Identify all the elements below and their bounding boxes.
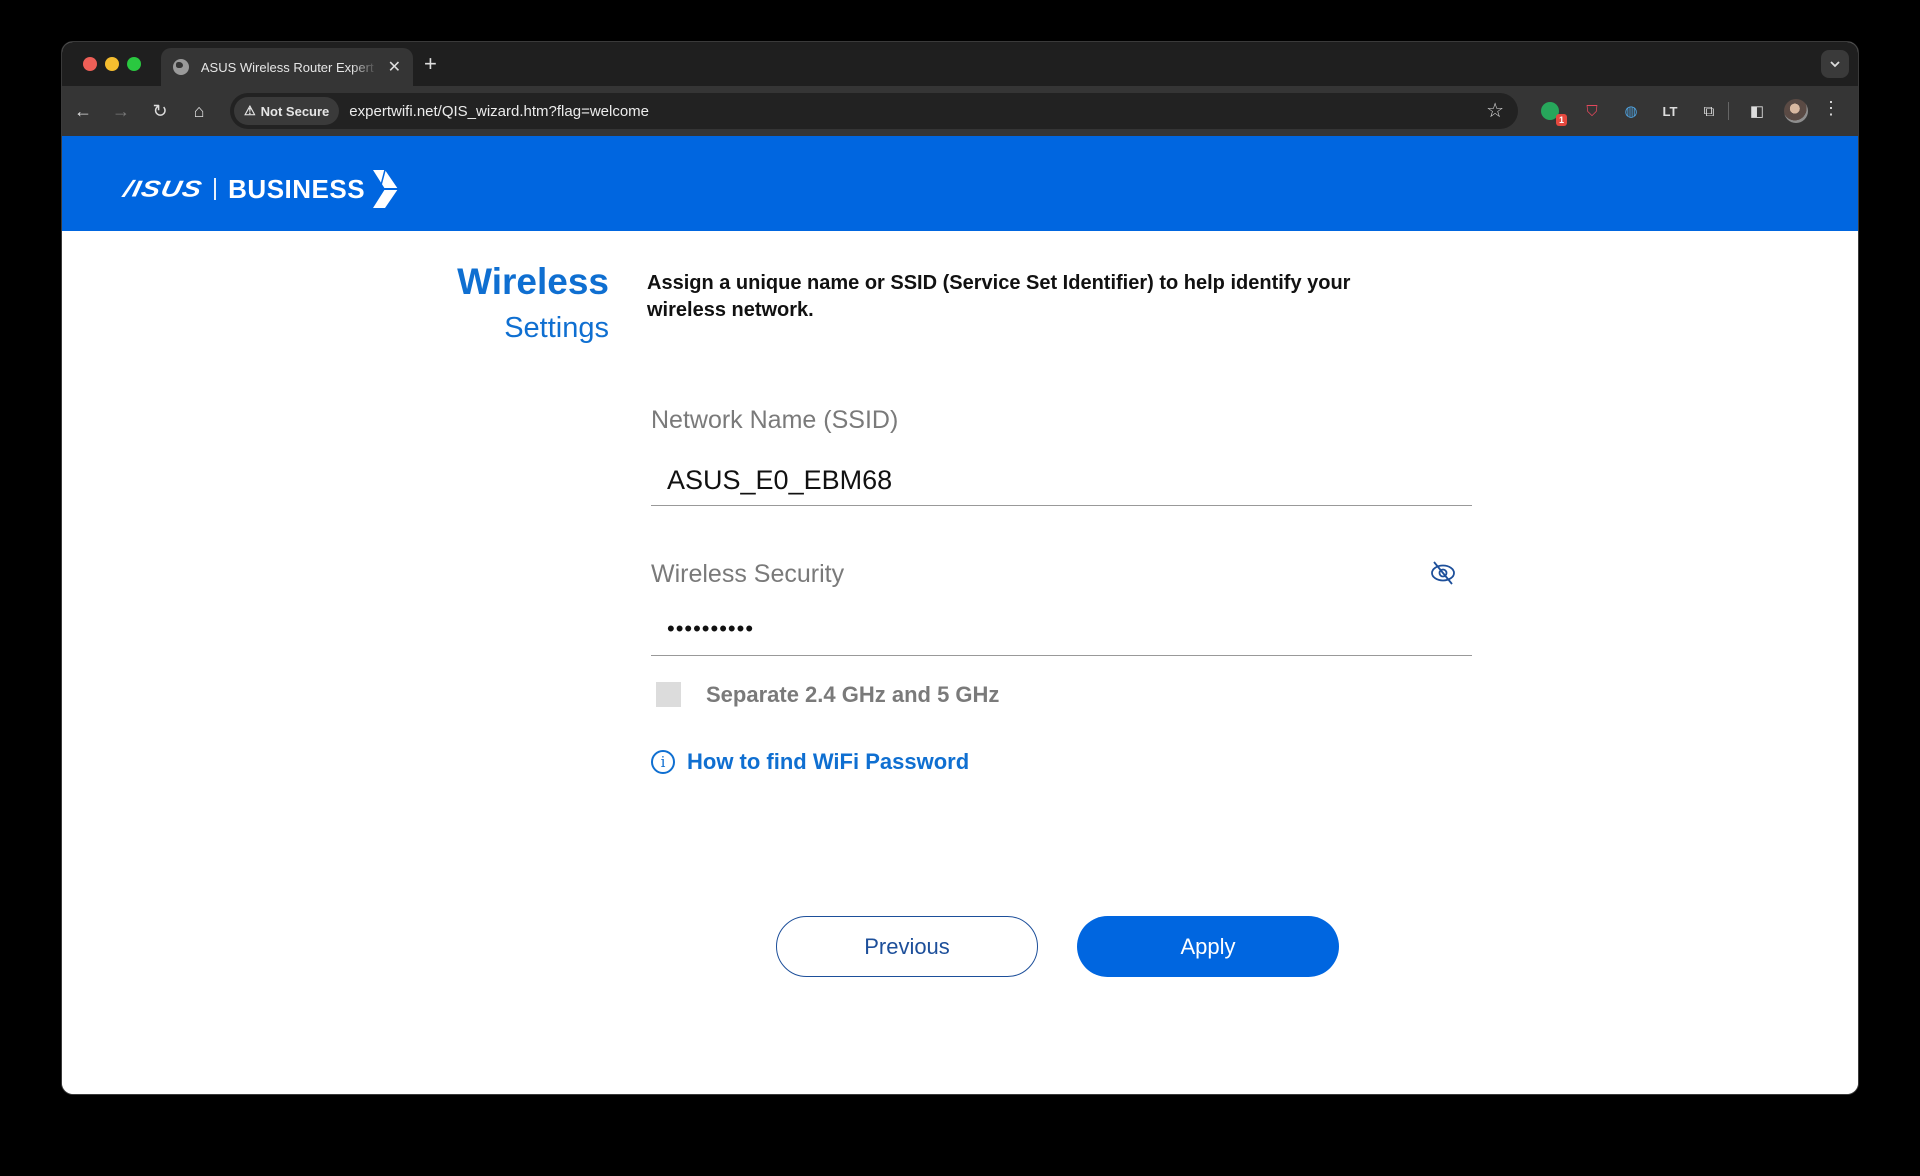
globe-icon (173, 59, 189, 75)
tab-search-button[interactable] (1821, 50, 1849, 78)
toolbar-divider (1728, 102, 1729, 120)
extension-badge: 1 (1555, 114, 1567, 126)
info-icon: i (651, 750, 675, 774)
security-indicator[interactable]: ⚠ Not Secure (234, 97, 340, 125)
page-title-main: Wireless (457, 261, 609, 302)
tab-title: ASUS Wireless Router Expert (200, 59, 374, 75)
wireless-security-label: Wireless Security (651, 560, 845, 588)
business-chevron-icon (373, 170, 399, 208)
bookmark-star-icon[interactable]: ☆ (1486, 98, 1504, 123)
reload-button[interactable]: ↻ (147, 98, 173, 124)
separate-bands-checkbox[interactable] (656, 682, 681, 707)
minimize-window-button[interactable] (105, 57, 119, 71)
separate-bands-label[interactable]: Separate 2.4 GHz and 5 GHz (706, 682, 999, 708)
previous-button[interactable]: Previous (776, 916, 1038, 977)
extensions-puzzle-icon[interactable]: ⧉ (1697, 99, 1721, 123)
warning-icon: ⚠ (244, 103, 256, 118)
browser-menu-icon[interactable]: ⋮ (1822, 98, 1840, 119)
wireless-password-input[interactable] (651, 602, 1472, 656)
languagetool-extension-icon[interactable]: LT (1658, 99, 1682, 123)
1password-extension-icon[interactable]: ◍ (1619, 99, 1643, 123)
ssid-input[interactable] (651, 456, 1472, 506)
close-window-button[interactable] (83, 57, 97, 71)
back-button[interactable]: ← (70, 98, 96, 124)
apply-button[interactable]: Apply (1077, 916, 1339, 977)
browser-tab[interactable]: ASUS Wireless Router Expert ✕ (161, 48, 413, 86)
page-description: Assign a unique name or SSID (Service Se… (647, 272, 1351, 321)
page-title-sub: Settings (504, 312, 609, 344)
grammarly-extension-icon[interactable]: 1 (1541, 102, 1567, 126)
side-panel-icon[interactable]: ◧ (1745, 99, 1769, 123)
address-bar[interactable]: ⚠ Not Secure expertwifi.net/QIS_wizard.h… (230, 93, 1518, 129)
profile-avatar[interactable] (1784, 99, 1808, 123)
asus-header: /ISUS BUSINESS (62, 136, 1858, 231)
asus-wordmark: /ISUS (121, 175, 205, 202)
pocket-extension-icon[interactable]: ⛉ (1580, 99, 1604, 123)
security-label: Not Secure (260, 103, 330, 119)
maximize-window-button[interactable] (127, 57, 141, 71)
tab-strip: ASUS Wireless Router Expert ✕ + (62, 42, 1858, 86)
close-tab-icon[interactable]: ✕ (388, 57, 401, 77)
browser-toolbar: ← → ↻ ⌂ ⚠ Not Secure expertwifi.net/QIS_… (62, 86, 1858, 136)
chevron-down-icon (1830, 61, 1840, 68)
page-title: Wireless Settings (457, 260, 609, 348)
ssid-label: Network Name (SSID) (651, 406, 899, 434)
browser-window: ASUS Wireless Router Expert ✕ + ← → ↻ ⌂ … (61, 41, 1859, 1095)
eye-off-icon[interactable] (1428, 558, 1458, 588)
home-button[interactable]: ⌂ (186, 98, 212, 124)
page-content: /ISUS BUSINESS Wireless Settings Assign … (62, 136, 1858, 1094)
business-wordmark: BUSINESS (228, 173, 366, 204)
url-text[interactable]: expertwifi.net/QIS_wizard.htm?flag=welco… (349, 103, 649, 120)
asus-business-logo: /ISUS BUSINESS (121, 170, 399, 208)
how-to-find-password-link[interactable]: i How to find WiFi Password (651, 749, 969, 775)
forward-button[interactable]: → (108, 98, 134, 124)
new-tab-button[interactable]: + (424, 50, 437, 78)
help-link-text[interactable]: How to find WiFi Password (687, 749, 969, 775)
logo-separator (214, 178, 217, 200)
